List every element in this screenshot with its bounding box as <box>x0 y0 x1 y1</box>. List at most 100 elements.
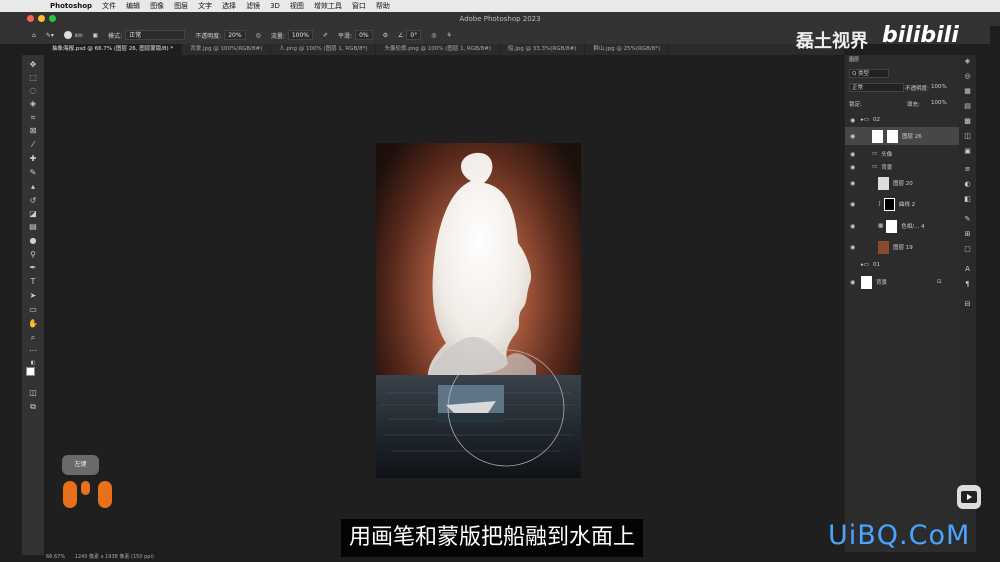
quick-mask-icon[interactable]: ◫ <box>27 387 39 399</box>
history-dock-icon[interactable]: ⊞ <box>963 230 972 239</box>
opacity-field[interactable]: 20% <box>224 30 246 40</box>
object-select-tool-icon[interactable]: ◈ <box>27 98 39 110</box>
mode-select[interactable]: 正常 <box>125 30 186 40</box>
tab-boat[interactable]: 船.jpg @ 33.3%(RGB/8#) <box>500 44 586 55</box>
menu-layer[interactable]: 图层 <box>174 1 188 11</box>
type-tool-icon[interactable]: T <box>27 276 39 288</box>
visibility-eye-icon[interactable]: ◉ <box>850 117 858 124</box>
layer-filter-select[interactable]: Q 类型 <box>849 69 889 78</box>
libraries-dock-icon[interactable]: ◐ <box>963 180 972 189</box>
zoom-window-button[interactable] <box>49 15 56 22</box>
gradient-dock-icon[interactable]: ▤ <box>963 102 972 111</box>
properties-dock-icon[interactable]: ◫ <box>963 132 972 141</box>
tab-background[interactable]: 背景.jpg @ 100%(RGB/8#) <box>182 44 272 55</box>
layer-row-background[interactable]: ◉ 背景 ⊡ <box>845 273 960 291</box>
pressure-opacity-icon[interactable]: ◎ <box>256 32 261 39</box>
zoom-tool-icon[interactable]: ⌕ <box>27 332 39 344</box>
shape-tool-icon[interactable]: ▭ <box>27 304 39 316</box>
flow-field[interactable]: 100% <box>287 30 314 40</box>
visibility-eye-icon[interactable]: ◉ <box>850 279 858 286</box>
menu-3d[interactable]: 3D <box>270 2 280 10</box>
layer-opacity-field[interactable]: 100% <box>931 84 947 90</box>
blend-mode-select[interactable]: 正常 <box>849 83 904 92</box>
layer-mask-thumbnail[interactable] <box>883 197 895 211</box>
document-info[interactable]: 1240 像素 x 1938 像素 (150 ppi) <box>75 554 154 560</box>
blur-tool-icon[interactable]: ● <box>27 235 39 247</box>
dodge-tool-icon[interactable]: ⚲ <box>27 249 39 261</box>
menu-edit[interactable]: 编辑 <box>126 1 140 11</box>
airbrush-icon[interactable]: ✐ <box>323 32 328 39</box>
visibility-eye-icon[interactable]: ◉ <box>850 180 858 187</box>
swatches-dock-icon[interactable]: ▦ <box>963 87 972 96</box>
adjustments-dock-icon[interactable]: ≡ <box>963 165 972 174</box>
fill-field[interactable]: 100% <box>931 100 947 106</box>
menu-file[interactable]: 文件 <box>102 1 116 11</box>
healing-tool-icon[interactable]: ✚ <box>27 153 39 165</box>
layer-row-curves[interactable]: ◉ ∫ 曲线 2 <box>845 195 960 213</box>
visibility-eye-icon[interactable]: ◉ <box>850 201 858 208</box>
more-tools-icon[interactable]: ⋯ <box>27 345 39 357</box>
symmetry-icon[interactable]: ⚘ <box>446 32 451 39</box>
brush-settings-icon[interactable]: ▣ <box>93 32 99 39</box>
paragraph-dock-icon[interactable]: ¶ <box>963 280 972 289</box>
gradient-tool-icon[interactable]: ▤ <box>27 221 39 233</box>
eraser-tool-icon[interactable]: ◪ <box>27 208 39 220</box>
pen-tool-icon[interactable]: ✒ <box>27 262 39 274</box>
visibility-eye-icon[interactable]: ◉ <box>850 164 858 171</box>
layer-row-19[interactable]: ◉ 图层 19 <box>845 238 960 256</box>
menu-filter[interactable]: 滤镜 <box>246 1 260 11</box>
brush-dock-icon[interactable]: ✎ <box>963 215 972 224</box>
menu-help[interactable]: 帮助 <box>376 1 390 11</box>
tab-head-outline[interactable]: 头像轮廓.png @ 100% (图层 1, RGB/8#) <box>376 44 501 55</box>
visibility-eye-icon[interactable]: ◉ <box>850 223 858 230</box>
path-select-icon[interactable]: ➤ <box>27 290 39 302</box>
brush-preset-picker[interactable]: 800 <box>63 31 83 39</box>
layers-dock-icon[interactable]: ◈ <box>963 57 972 66</box>
visibility-eye-icon[interactable]: ◉ <box>850 262 858 269</box>
hand-tool-icon[interactable]: ✋ <box>27 318 39 330</box>
visibility-eye-icon[interactable]: ◉ <box>850 151 858 158</box>
styles-dock-icon[interactable]: ◧ <box>963 195 972 204</box>
history-brush-icon[interactable]: ↺ <box>27 195 39 207</box>
lasso-tool-icon[interactable]: ◌ <box>27 85 39 97</box>
zoom-level[interactable]: 66.67% <box>46 554 65 560</box>
crop-tool-icon[interactable]: ⌗ <box>27 112 39 124</box>
layer-mask-thumbnail[interactable] <box>887 129 898 143</box>
channels-dock-icon[interactable]: ▣ <box>963 147 972 156</box>
marquee-tool-icon[interactable]: ⬚ <box>27 72 39 84</box>
minimize-window-button[interactable] <box>38 15 45 22</box>
brush-tool-icon[interactable]: ✎ <box>27 167 39 179</box>
pressure-size-icon[interactable]: ◎ <box>431 32 436 39</box>
menu-app-name[interactable]: Photoshop <box>50 2 92 10</box>
tool-presets-dock-icon[interactable]: ⊟ <box>963 300 972 309</box>
layer-row-20[interactable]: ◉ 图层 20 <box>845 174 960 192</box>
menu-view[interactable]: 视图 <box>290 1 304 11</box>
foreground-color-swatch[interactable] <box>26 367 35 376</box>
menu-plugins[interactable]: 增效工具 <box>314 1 342 11</box>
move-tool-icon[interactable]: ✥ <box>27 59 39 71</box>
close-window-button[interactable] <box>27 15 34 22</box>
menu-image[interactable]: 图像 <box>150 1 164 11</box>
color-dock-icon[interactable]: ◎ <box>963 72 972 81</box>
smoothing-field[interactable]: 0% <box>355 30 373 40</box>
tab-mountains[interactable]: 群山.jpg @ 25%(RGB/8*) <box>585 44 670 55</box>
layers-tab[interactable]: 图层 <box>849 55 859 65</box>
visibility-eye-icon[interactable]: ◉ <box>850 133 858 140</box>
tab-poster[interactable]: 抽象海报.psd @ 66.7% (图层 26, 图层蒙版/8) * <box>44 44 183 55</box>
menu-window[interactable]: 窗口 <box>352 1 366 11</box>
character-dock-icon[interactable]: A <box>963 265 972 274</box>
layer-row-selected[interactable]: ◉ 图层 26 <box>845 127 960 145</box>
gear-icon[interactable]: ⚙ <box>383 32 388 39</box>
layer-row-hue[interactable]: ◉ ▦ 色相/... 4 <box>845 217 960 235</box>
stamp-tool-icon[interactable]: ▴ <box>27 181 39 193</box>
home-icon[interactable]: ⌂ <box>32 32 36 39</box>
brush-tool-icon[interactable]: ✎▾ <box>46 32 54 39</box>
layer-mask-thumbnail[interactable] <box>886 219 898 233</box>
tab-person[interactable]: 人.png @ 100% (图层 1, RGB/8*) <box>271 44 377 55</box>
patterns-dock-icon[interactable]: ▩ <box>963 117 972 126</box>
visibility-eye-icon[interactable]: ◉ <box>850 244 858 251</box>
document-canvas[interactable] <box>376 143 581 478</box>
eyedropper-tool-icon[interactable]: ⁄ <box>27 139 39 151</box>
comments-dock-icon[interactable]: ▢ <box>963 245 972 254</box>
frame-tool-icon[interactable]: ⊠ <box>27 125 39 137</box>
